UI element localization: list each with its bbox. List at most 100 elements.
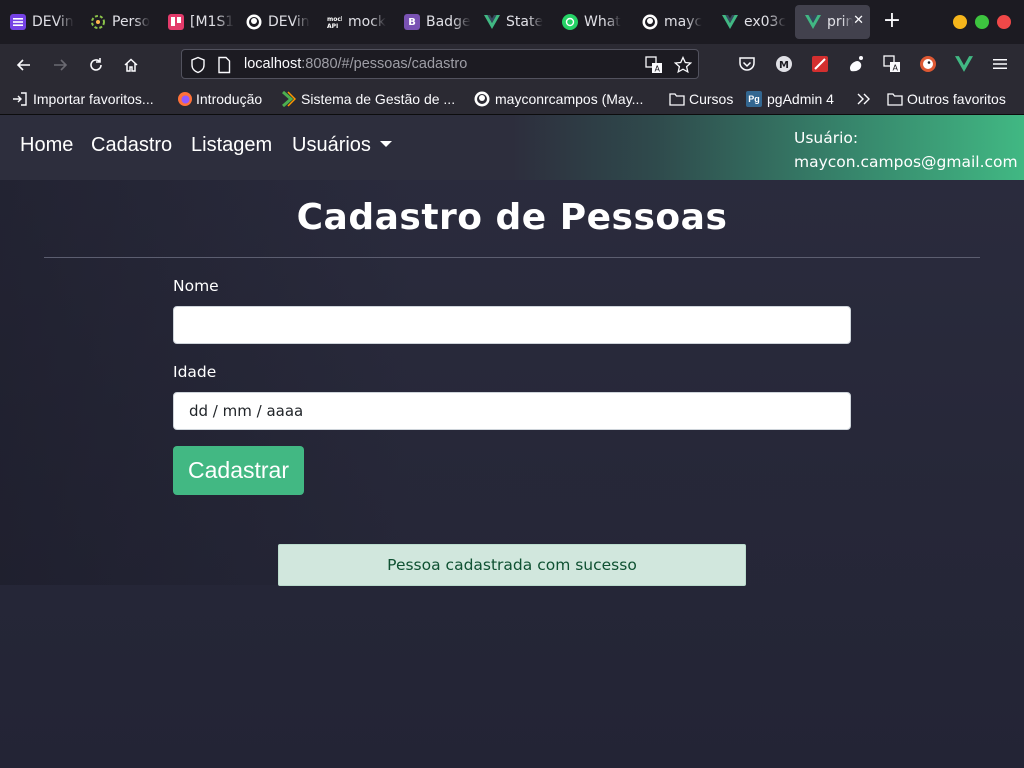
tab-devin-2[interactable]: DEVin xyxy=(236,5,316,39)
bookmark-pgadmin[interactable]: Pg pgAdmin 4 xyxy=(746,91,834,107)
nome-label: Nome xyxy=(173,277,219,295)
maximize-button[interactable] xyxy=(975,15,989,29)
extension-m-icon[interactable]: M xyxy=(774,54,794,74)
shield-icon[interactable] xyxy=(190,56,208,74)
home-button[interactable] xyxy=(119,53,143,77)
new-tab-button[interactable]: + xyxy=(880,10,904,34)
vue-icon xyxy=(484,14,500,30)
bookmark-importar[interactable]: Importar favoritos... xyxy=(12,91,154,107)
sistema-icon xyxy=(280,91,296,107)
bookmark-sistema[interactable]: Sistema de Gestão de ... xyxy=(280,91,455,107)
tab-label: State xyxy=(506,14,544,30)
user-label: Usuário: xyxy=(794,129,859,147)
tab-whatsapp[interactable]: What xyxy=(552,5,632,39)
bookmark-label: pgAdmin 4 xyxy=(767,91,834,107)
caret-down-icon xyxy=(379,141,392,147)
bookmark-label: Sistema de Gestão de ... xyxy=(301,91,456,107)
tab-devin-1[interactable]: DEVin xyxy=(0,5,80,39)
bookmark-cursos[interactable]: Cursos xyxy=(669,91,733,107)
firefox-icon xyxy=(177,91,193,107)
hamburger-menu-icon[interactable] xyxy=(990,54,1010,74)
idade-date-input[interactable]: dd / mm / aaaa xyxy=(173,392,851,430)
user-email: maycon.campos@gmail.com xyxy=(794,153,1018,171)
tab-label: Badge xyxy=(426,14,471,30)
trello-icon xyxy=(168,14,184,30)
tab-label: [M1S1 xyxy=(190,14,235,30)
project-icon xyxy=(90,14,106,30)
url-text[interactable]: localhost:8080/#/pessoas/cadastro xyxy=(244,56,467,72)
svg-text:A: A xyxy=(655,65,661,74)
minimize-button[interactable] xyxy=(953,15,967,29)
cadastrar-button[interactable]: Cadastrar xyxy=(173,446,304,495)
tab-label: What xyxy=(584,14,621,30)
tab-label: DEVin xyxy=(268,14,310,30)
svg-text:M: M xyxy=(779,60,789,71)
tab-mock[interactable]: mockAPI mock xyxy=(316,5,394,39)
page-title: Cadastro de Pessoas xyxy=(296,197,728,238)
nav-listagem-link[interactable]: Listagem xyxy=(191,134,272,157)
tab-label: prin xyxy=(827,14,853,30)
bookmarks-overflow-button[interactable] xyxy=(856,91,877,107)
extension-red-icon[interactable] xyxy=(810,54,830,74)
user-info: Usuário: maycon.campos@gmail.com xyxy=(794,126,1018,174)
mock-api-icon: mockAPI xyxy=(326,14,342,30)
tab-strip: DEVin Perso [M1S1 DEVin mockAPI mock B B… xyxy=(0,0,1024,44)
svg-text:A: A xyxy=(893,64,899,73)
tab-state[interactable]: State xyxy=(474,5,552,39)
back-button[interactable] xyxy=(12,53,36,77)
github-icon xyxy=(474,91,490,107)
bookmarks-bar: Importar favoritos... Introdução Sistema… xyxy=(0,86,1024,115)
tab-label: mock xyxy=(348,14,387,30)
chevron-double-right-icon xyxy=(856,91,872,107)
bookmark-label: Cursos xyxy=(689,91,734,107)
pocket-icon[interactable] xyxy=(737,54,757,74)
tab-perso[interactable]: Perso xyxy=(80,5,158,39)
reload-icon xyxy=(90,58,102,71)
title-divider xyxy=(44,257,980,258)
url-path: :8080/#/pessoas/cadastro xyxy=(301,56,468,72)
nav-usuarios-label: Usuários xyxy=(292,134,371,156)
pgadmin-icon: Pg xyxy=(746,91,762,107)
tab-m1s1[interactable]: [M1S1 xyxy=(158,5,236,39)
url-bar[interactable]: localhost:8080/#/pessoas/cadastro A xyxy=(181,49,699,79)
github-icon xyxy=(246,14,262,30)
nav-cadastro-link[interactable]: Cadastro xyxy=(91,134,172,157)
bookmark-label: Outros favoritos xyxy=(907,91,1006,107)
bookmark-star-icon[interactable] xyxy=(673,55,693,74)
nav-home-link[interactable]: Home xyxy=(20,134,73,157)
idade-label: Idade xyxy=(173,363,217,381)
github-icon xyxy=(642,14,658,30)
app-navbar: Home Cadastro Listagem Usuários Usuário:… xyxy=(0,115,1024,180)
translate-extension-icon[interactable]: A xyxy=(882,54,902,74)
url-host: localhost xyxy=(244,56,302,72)
tab-badge[interactable]: B Badge xyxy=(394,5,474,39)
duckduckgo-icon[interactable] xyxy=(918,54,938,74)
tab-mayc[interactable]: mayc xyxy=(632,5,712,39)
bookmark-label: mayconrcampos (May... xyxy=(495,91,644,107)
nome-input[interactable] xyxy=(173,306,851,344)
extension-gnome-icon[interactable] xyxy=(846,54,866,74)
forward-button[interactable] xyxy=(48,53,72,77)
vue-devtools-icon[interactable] xyxy=(954,54,974,74)
reload-button[interactable] xyxy=(84,53,108,77)
bookmark-outros-favoritos[interactable]: Outros favoritos xyxy=(887,91,1006,107)
home-icon xyxy=(124,58,138,72)
translate-icon[interactable]: A xyxy=(645,56,663,74)
bookmark-mayconrcampos[interactable]: mayconrcampos (May... xyxy=(474,91,643,107)
success-alert: Pessoa cadastrada com sucesso xyxy=(278,544,746,586)
tab-active-prin[interactable]: prin ✕ xyxy=(795,5,870,39)
bootstrap-icon: B xyxy=(404,14,420,30)
close-tab-icon[interactable]: ✕ xyxy=(853,13,864,28)
page-icon[interactable] xyxy=(217,56,235,74)
vue-icon xyxy=(805,14,821,30)
list-icon xyxy=(10,14,26,30)
bookmark-introducao[interactable]: Introdução xyxy=(177,91,262,107)
back-arrow-icon xyxy=(16,59,30,71)
close-window-button[interactable] xyxy=(997,15,1011,29)
bookmark-label: Introdução xyxy=(196,91,263,107)
whatsapp-icon xyxy=(562,14,578,30)
nav-usuarios-dropdown[interactable]: Usuários xyxy=(292,134,392,157)
tab-ex03c[interactable]: ex03c xyxy=(712,5,792,39)
bookmark-label: Importar favoritos... xyxy=(33,91,154,107)
forward-arrow-icon xyxy=(54,59,68,71)
